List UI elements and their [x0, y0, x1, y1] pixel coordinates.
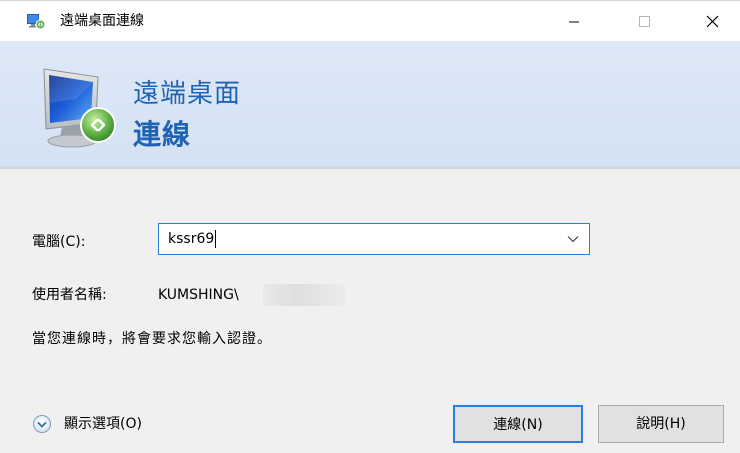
- header-banner: 遠端桌面 連線: [0, 41, 740, 169]
- remote-desktop-dialog: 遠端桌面連線 遠端桌面 連線 電腦(C): kssr69 使用者名稱: KUMS…: [0, 0, 740, 453]
- remote-desktop-monitor-icon: [43, 68, 116, 148]
- title-bar[interactable]: 遠端桌面連線: [0, 1, 740, 41]
- credential-note: 當您連線時，將會要求您輸入認證。: [32, 331, 272, 347]
- computer-label: 電腦(C):: [32, 234, 86, 250]
- user-name-value: KUMSHING\: [158, 287, 239, 303]
- minimize-button[interactable]: [546, 1, 602, 41]
- maximize-icon: [639, 16, 650, 27]
- computer-value: kssr69: [168, 231, 215, 247]
- computer-input[interactable]: kssr69: [168, 230, 217, 248]
- user-name-label: 使用者名稱:: [32, 287, 107, 303]
- maximize-button[interactable]: [616, 1, 672, 41]
- close-button[interactable]: [686, 1, 740, 41]
- help-button[interactable]: 說明(H): [598, 405, 724, 443]
- window-title: 遠端桌面連線: [60, 13, 144, 29]
- connect-button[interactable]: 連線(N): [453, 405, 583, 443]
- close-icon: [706, 15, 719, 28]
- show-options-toggle[interactable]: 顯示選項(O): [32, 413, 192, 435]
- minimize-icon: [569, 21, 579, 23]
- chevron-down-icon[interactable]: [567, 235, 579, 243]
- redacted-username: [263, 284, 345, 306]
- computer-combobox[interactable]: kssr69: [158, 223, 590, 255]
- text-caret: [215, 230, 217, 248]
- show-options-label: 顯示選項(O): [64, 416, 142, 432]
- banner-title-line2: 連線: [133, 118, 192, 151]
- expand-circle-icon: [33, 415, 51, 433]
- banner-title-line1: 遠端桌面: [133, 79, 242, 109]
- remote-desktop-icon: [27, 14, 46, 30]
